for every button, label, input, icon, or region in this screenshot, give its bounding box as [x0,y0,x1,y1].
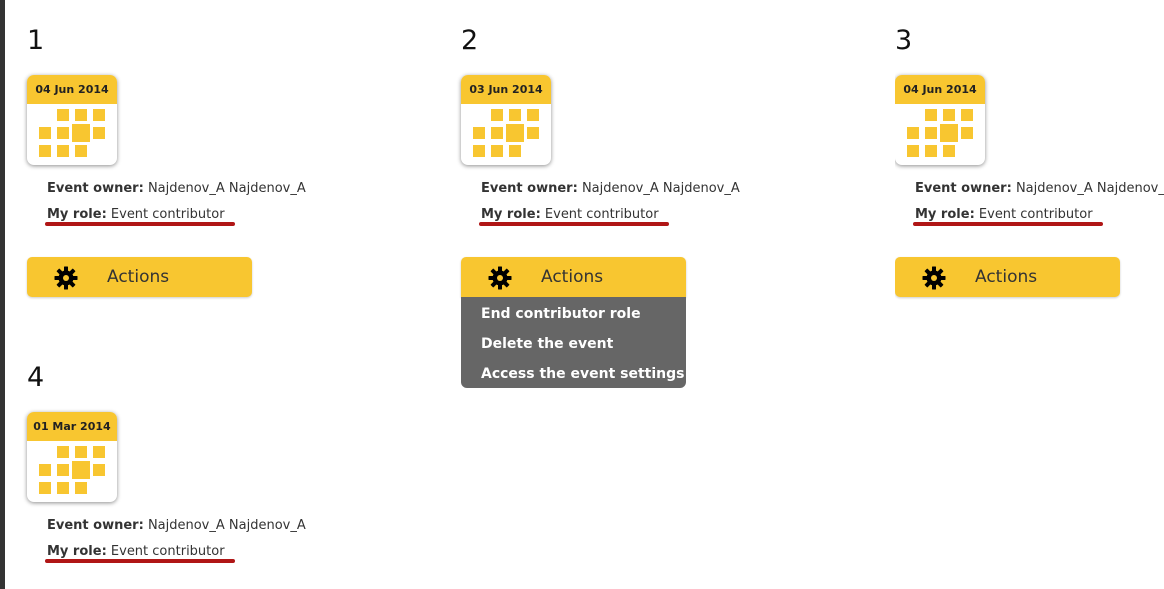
actions-label: Actions [975,267,1038,287]
event-owner: Event owner: Najdenov_A Najdenov_A [47,518,306,533]
actions-label: Actions [107,267,170,287]
my-role-value: Event contributor [544,207,659,222]
calendar-grid [895,104,985,165]
my-role: My role: Event contributor [47,544,225,559]
calendar-date: 04 Jun 2014 [895,75,985,104]
event-owner-value: Najdenov_A Najdenov_A [147,181,306,196]
event-number: 2 [461,25,479,56]
calendar-icon[interactable]: 01 Mar 2014 [27,412,117,502]
my-role: My role: Event contributor [481,207,659,222]
role-underline [45,222,235,226]
my-role: My role: Event contributor [915,207,1093,222]
role-underline [479,222,669,226]
my-role-value: Event contributor [110,544,225,559]
left-border [0,0,5,589]
menu-item-delete-event[interactable]: Delete the event [481,336,613,352]
event-owner: Event owner: Najdenov_A Najdenov_A [481,181,740,196]
actions-label: Actions [541,267,604,287]
event-number: 4 [27,362,45,393]
event-owner-value: Najdenov_A Najdenov_A [581,181,740,196]
my-role-value: Event contributor [110,207,225,222]
gear-icon [488,266,512,290]
calendar-date: 01 Mar 2014 [27,412,117,441]
actions-dropdown-menu: End contributor role Delete the event Ac… [461,297,686,388]
role-underline [45,559,235,563]
event-card: 3 04 Jun 2014 Event owner: Najdenov_A Na… [895,27,1164,307]
my-role: My role: Event contributor [47,207,225,222]
event-owner-value: Najdenov_A Najdenov_A [147,518,306,533]
actions-button[interactable]: Actions [27,257,252,297]
calendar-icon[interactable]: 04 Jun 2014 [27,75,117,165]
menu-item-end-contributor-role[interactable]: End contributor role [481,306,641,322]
calendar-icon[interactable]: 03 Jun 2014 [461,75,551,165]
gear-icon [922,266,946,290]
menu-item-event-settings[interactable]: Access the event settings [481,366,684,382]
actions-button[interactable]: Actions [461,257,686,297]
event-owner-value: Najdenov_A Najdenov_A [1015,181,1164,196]
calendar-grid [27,441,117,502]
calendar-icon[interactable]: 04 Jun 2014 [895,75,985,165]
calendar-grid [27,104,117,165]
actions-button[interactable]: Actions [895,257,1120,297]
calendar-date: 03 Jun 2014 [461,75,551,104]
event-owner: Event owner: Najdenov_A Najdenov_A [47,181,306,196]
event-number: 1 [27,25,45,56]
event-number: 3 [895,27,913,56]
gear-icon [54,266,78,290]
calendar-date: 04 Jun 2014 [27,75,117,104]
role-underline [913,222,1103,226]
my-role-value: Event contributor [978,207,1093,222]
event-owner: Event owner: Najdenov_A Najdenov_A [915,181,1164,196]
calendar-grid [461,104,551,165]
